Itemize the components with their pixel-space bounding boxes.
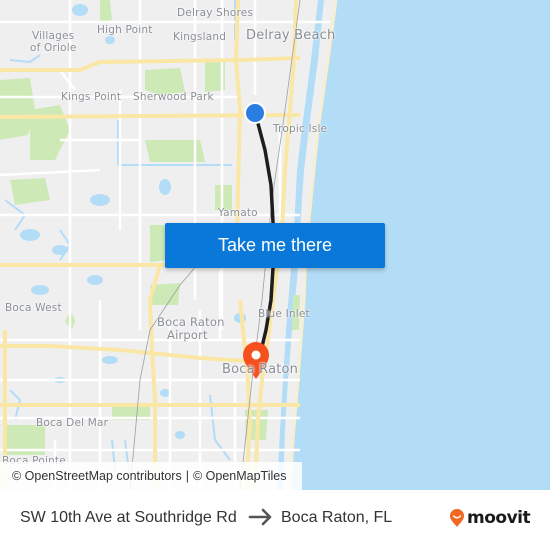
moovit-wordmark: moovit <box>467 508 531 528</box>
moovit-logo[interactable]: moovit <box>449 507 531 529</box>
place-label: Sherwood Park <box>133 91 214 103</box>
place-label: Kingsland <box>173 31 227 43</box>
arrow-right-icon <box>248 508 272 526</box>
footer: SW 10th Ave at Southridge Rd Boca Raton,… <box>0 490 550 550</box>
origin-label: SW 10th Ave at Southridge Rd <box>20 509 237 526</box>
place-label: Kings Point <box>61 91 122 103</box>
map[interactable]: Delray Shores Villages of Oriole High Po… <box>0 0 550 490</box>
place-label: Boca Raton <box>222 362 299 377</box>
place-label: Yamato <box>218 207 258 219</box>
take-me-there-button[interactable]: Take me there <box>165 223 385 268</box>
attribution-separator: | <box>185 469 189 483</box>
destination-label: Boca Raton, FL <box>281 509 393 526</box>
origin-marker[interactable] <box>244 102 266 124</box>
place-label: Delray Beach <box>246 28 336 43</box>
map-attribution: © OpenStreetMap contributors | © OpenMap… <box>0 462 302 490</box>
place-label: Villages <box>32 30 75 42</box>
place-label: Airport <box>167 328 208 342</box>
moovit-pin-icon <box>450 509 464 527</box>
place-label: Tropic Isle <box>273 123 328 135</box>
place-label: Boca Del Mar <box>36 417 109 429</box>
place-label: High Point <box>97 24 153 36</box>
omt-attribution-link[interactable]: © OpenMapTiles <box>193 469 287 483</box>
place-label: of Oriole <box>30 42 77 54</box>
osm-attribution-link[interactable]: © OpenStreetMap contributors <box>12 469 182 483</box>
place-label: Delray Shores <box>177 7 254 19</box>
place-label: Boca West <box>5 302 62 314</box>
place-label: Blue Inlet <box>258 308 310 320</box>
